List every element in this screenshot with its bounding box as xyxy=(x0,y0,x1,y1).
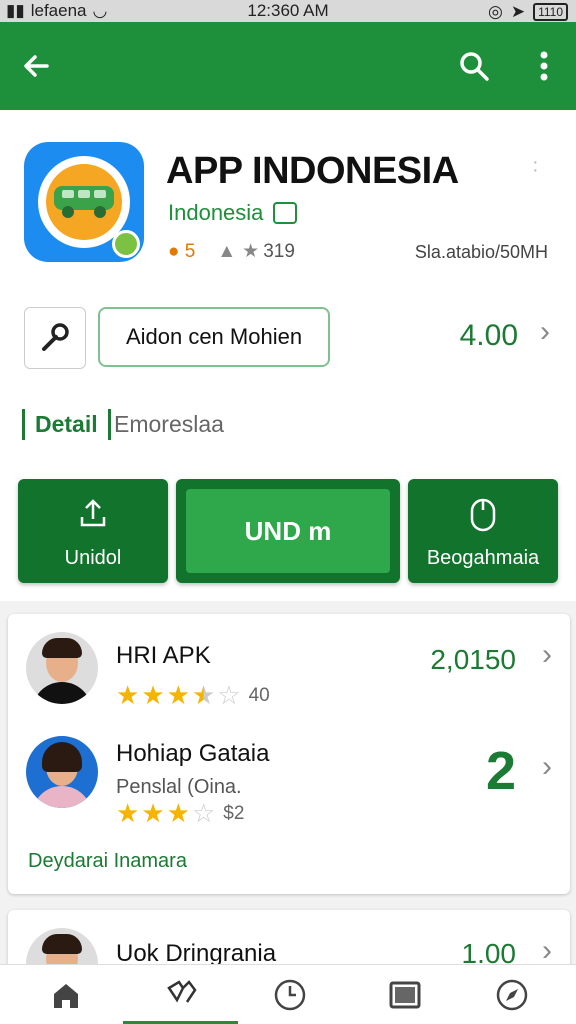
rating-circle-icon: ● xyxy=(168,240,180,262)
list-item-subtitle: Penslal (Oina. xyxy=(116,776,242,798)
action-buttons: Unidol UND m Beogahmaia xyxy=(0,461,576,601)
bus-icon xyxy=(54,186,114,218)
rating-count: $2 xyxy=(223,802,245,824)
install-label: UND m xyxy=(186,489,390,573)
screen-icon[interactable] xyxy=(347,965,462,1024)
star-icon: ★ xyxy=(116,798,140,828)
star-icon: ★ xyxy=(116,680,140,710)
star-icon: ★ xyxy=(141,680,165,710)
thumb-icon: ▲ xyxy=(217,240,237,262)
tool-price: 4.00 xyxy=(459,319,518,352)
home-icon[interactable] xyxy=(8,965,123,1024)
developer-link[interactable]: Indonesia xyxy=(168,200,298,226)
status-bar: ▮▮ lefaena ◡ 12:360 AM ◎ ➤ 1110 xyxy=(0,0,576,22)
related-apps-card: HRI APK ★ ★ ★ ★ ☆ 40 2,0150 › Hohiap Gat… xyxy=(8,614,570,894)
list-item[interactable]: Hohiap Gataia Penslal (Oina. ★ ★ ★ ☆ $2 … xyxy=(8,736,570,829)
list-item[interactable]: HRI APK ★ ★ ★ ★ ☆ 40 2,0150 › xyxy=(8,632,570,722)
upload-label: Unidol xyxy=(64,547,122,569)
search-icon[interactable] xyxy=(456,48,492,84)
tool-chip[interactable]: Aidon cen Mohien xyxy=(98,307,330,367)
star-icon: ☆ xyxy=(191,798,216,828)
list-item-title: HRI APK xyxy=(116,642,211,669)
detail-subtitle: Emoreslaa xyxy=(114,411,224,437)
upload-button[interactable]: Unidol xyxy=(18,479,168,583)
install-button[interactable]: UND m xyxy=(176,479,400,583)
app-icon[interactable] xyxy=(24,142,144,262)
chevron-right-icon[interactable]: › xyxy=(542,934,552,968)
upload-icon xyxy=(80,499,106,527)
tab-detail[interactable]: Detail xyxy=(22,409,111,440)
sync-icon: ◎ xyxy=(487,2,503,21)
detail-section: Detail Emoreslaa xyxy=(0,389,576,461)
review-count: 319 xyxy=(263,240,295,262)
list-item-title: Hohiap Gataia xyxy=(116,740,270,767)
star-half-icon: ★ xyxy=(191,680,216,710)
rating-badge: ● 5 xyxy=(168,240,196,262)
list-item-price: 2 xyxy=(485,741,516,801)
chevron-right-icon[interactable]: › xyxy=(542,750,552,784)
see-more-link[interactable]: Deydarai Inamara xyxy=(28,850,187,873)
chevron-right-icon[interactable]: › xyxy=(542,638,552,672)
bottom-nav xyxy=(0,964,576,1024)
app-bar xyxy=(0,22,576,110)
star-icon: ★ xyxy=(166,680,190,710)
rating-count: 40 xyxy=(248,684,270,706)
mouse-icon xyxy=(470,498,496,532)
more-apps-card: Uok Dringrania 1.00 › xyxy=(8,910,570,970)
app-stats: ● 5 ▲ ★ 319 xyxy=(168,240,295,263)
avatar xyxy=(26,736,98,808)
app-size: Sla.atabio/50MH xyxy=(414,242,548,262)
rating-stars: ★ ★ ★ ★ ☆ 40 xyxy=(116,680,270,711)
clock-icon[interactable] xyxy=(232,965,347,1024)
rating-stars: ★ ★ ★ ☆ $2 xyxy=(116,798,244,829)
star-icon: ★ xyxy=(166,798,190,828)
app-header: APP INDONESIA · · Indonesia ● 5 ▲ ★ 319 S… xyxy=(0,110,576,285)
star-icon: ☆ xyxy=(217,680,241,710)
developer-name: Indonesia xyxy=(168,200,264,225)
more-vert-icon[interactable] xyxy=(526,48,562,84)
back-arrow-icon[interactable] xyxy=(18,48,54,84)
compass-icon[interactable] xyxy=(454,965,569,1024)
message-icon xyxy=(273,202,298,224)
mouse-button[interactable]: Beogahmaia xyxy=(408,479,558,583)
battery-icon: 1110 xyxy=(533,3,568,21)
star-icon: ★ xyxy=(242,241,260,262)
location-icon: ➤ xyxy=(510,2,526,21)
chevron-right-icon[interactable]: › xyxy=(540,315,550,349)
app-title: APP INDONESIA xyxy=(166,150,459,192)
star-icon: ★ xyxy=(141,798,165,828)
verified-badge-icon xyxy=(112,230,140,258)
mouse-label: Beogahmaia xyxy=(426,547,540,569)
list-item-price: 2,0150 xyxy=(430,644,516,675)
apps-icon[interactable] xyxy=(123,965,238,1024)
more-dots-icon[interactable]: · · xyxy=(532,152,539,180)
wrench-icon[interactable] xyxy=(24,307,86,369)
tools-row: Aidon cen Mohien 4.00 › xyxy=(0,285,576,389)
avatar xyxy=(26,632,98,704)
